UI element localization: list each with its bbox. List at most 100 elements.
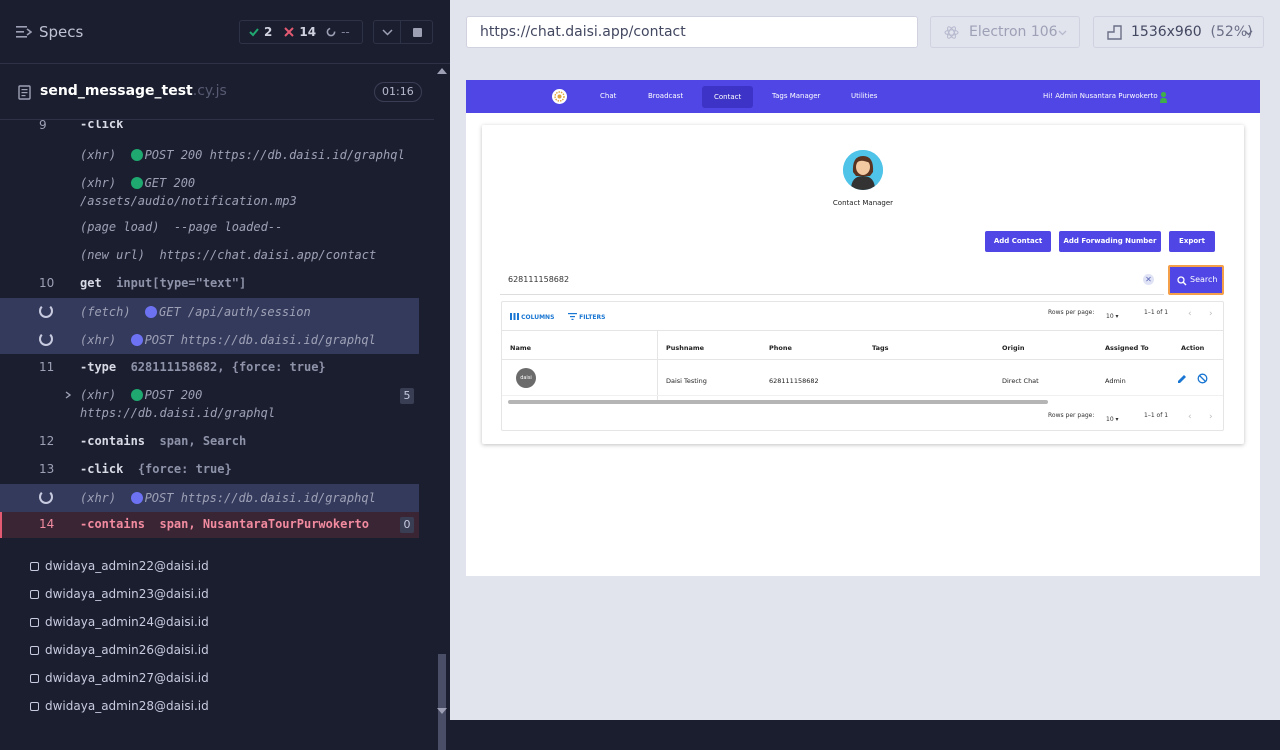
block-icon[interactable] [1197,373,1208,384]
test-item[interactable]: dwidaya_admin23@daisi.id [30,587,209,601]
viewport-selector[interactable]: 1536x960 (52%) [1093,16,1264,48]
chevron-down-button[interactable] [373,20,401,44]
test-item[interactable]: dwidaya_admin22@daisi.id [30,559,209,573]
command-row[interactable]: 12 -contains span, Search [0,430,419,452]
rows-per-page-label: Rows per page: [1048,309,1095,316]
test-status-icon [30,701,39,711]
command-row[interactable]: (new url) https://chat.daisi.app/contact [0,244,419,266]
browser-selector[interactable]: Electron 106 [930,16,1080,48]
command-log: 9 -click (xhr) POST 200 https://db.daisi… [0,120,434,540]
columns-button[interactable]: COLUMNS [510,313,554,321]
x-icon [284,27,295,37]
horizontal-scrollbar[interactable] [508,400,1048,404]
scrollbar-thumb[interactable] [438,654,446,750]
column-header-name[interactable]: Name [510,344,531,352]
aut-iframe: Chat Broadcast Contact Tags Manager Util… [466,80,1260,576]
test-item[interactable]: dwidaya_admin26@daisi.id [30,643,209,657]
specs-list-icon[interactable] [16,25,32,39]
column-header-tags[interactable]: Tags [872,344,889,352]
scrollbar[interactable] [434,64,450,750]
rows-per-page-select-bottom[interactable]: 10 ▾ [1106,416,1119,423]
command-row[interactable]: 11 -type 628111158682, {force: true} [0,356,419,378]
ruler-icon [1107,25,1122,40]
column-header-action[interactable]: Action [1181,344,1204,352]
command-row[interactable]: (xhr) POST https://db.daisi.id/graphql [0,484,419,512]
command-row[interactable]: (xhr) POST https://db.daisi.id/graphql [0,326,419,354]
test-status-icon [30,645,39,655]
test-stats: 2 14 -- [239,20,363,44]
add-contact-button[interactable]: Add Contact [985,231,1051,252]
nav-broadcast[interactable]: Broadcast [648,92,683,100]
spec-file-header: send_message_test.cy.js 01:16 [0,64,434,120]
column-divider [657,330,658,402]
filters-button[interactable]: FILTERS [568,313,605,321]
column-header-assigned-to[interactable]: Assigned To [1105,344,1149,352]
loading-spinner-icon [39,490,53,504]
scroll-up-icon[interactable] [437,68,447,74]
search-button[interactable]: Search [1168,265,1224,295]
next-page-icon[interactable]: › [1209,412,1213,422]
search-input[interactable]: 628111158682 [500,265,1164,295]
cell-origin: Direct Chat [1002,377,1039,385]
status-dot [130,389,143,401]
test-status-icon [30,561,39,571]
reporter-panel: Specs 2 14 -- send_message_test.cy.js 01… [0,0,450,750]
spec-file-name[interactable]: send_message_test.cy.js [40,83,227,99]
divider [502,395,1223,396]
prev-page-icon[interactable]: ‹ [1188,309,1192,319]
chevron-down-icon [1244,30,1253,36]
command-row-failed[interactable]: 14 -contains span, NusantaraTourPurwoker… [0,512,419,538]
command-row[interactable]: (xhr) GET 200 /assets/audio/notification… [0,172,419,212]
scroll-down-icon[interactable] [437,708,447,714]
column-header-origin[interactable]: Origin [1002,344,1024,352]
passed-count: 2 [249,25,272,39]
electron-icon [944,26,959,39]
test-item[interactable]: dwidaya_admin24@daisi.id [30,615,209,629]
rows-per-page-label-bottom: Rows per page: [1048,412,1095,419]
pagination-range-bottom: 1–1 of 1 [1144,412,1169,419]
cell-assigned-to: Admin [1105,377,1126,385]
pagination-range: 1–1 of 1 [1144,309,1169,316]
command-row[interactable]: (fetch) GET /api/auth/session [0,298,419,326]
command-row[interactable]: (xhr) POST 200 https://db.daisi.id/graph… [0,384,419,424]
edit-icon[interactable] [1177,374,1187,384]
test-item[interactable]: dwidaya_admin27@daisi.id [30,671,209,685]
specs-title[interactable]: Specs [39,23,83,41]
user-status-icon[interactable] [1159,91,1168,103]
nav-utilities[interactable]: Utilities [851,92,877,100]
filter-icon [568,313,577,320]
next-page-icon[interactable]: › [1209,309,1213,319]
stop-button[interactable] [401,20,433,44]
column-header-phone[interactable]: Phone [769,344,792,352]
rows-per-page-select[interactable]: 10 ▾ [1106,313,1119,320]
command-row[interactable]: 9 -click [0,120,419,138]
file-icon [18,85,31,100]
export-button[interactable]: Export [1169,231,1215,252]
chevron-right-icon[interactable] [65,391,71,399]
contact-avatar: daisi [516,368,536,388]
search-icon [1177,276,1187,286]
command-row[interactable]: 13 -click {force: true} [0,458,419,480]
divider [502,359,1223,360]
test-item[interactable]: dwidaya_admin28@daisi.id [30,699,209,713]
command-row[interactable]: (page load) --page loaded-- [0,216,419,238]
nav-chat[interactable]: Chat [600,92,616,100]
loading-spinner-icon [39,304,53,318]
page-title: Contact Manager [832,199,894,207]
nav-contact[interactable]: Contact [702,86,754,108]
nav-tags-manager[interactable]: Tags Manager [772,92,820,100]
user-greeting: Hi! Admin Nusantara Purwokerto [1043,92,1158,100]
failed-count: 14 [284,25,316,39]
stop-icon [413,28,422,37]
add-forwarding-number-button[interactable]: Add Forwading Number [1059,231,1161,252]
command-row[interactable]: (xhr) POST 200 https://db.daisi.id/graph… [0,144,419,166]
status-dot [145,306,158,318]
url-bar[interactable]: https://chat.daisi.app/contact [466,16,918,48]
column-header-pushname[interactable]: Pushname [666,344,704,352]
prev-page-icon[interactable]: ‹ [1188,412,1192,422]
chevron-down-icon [1058,30,1067,36]
clear-search-icon[interactable]: ✕ [1143,274,1154,285]
command-row[interactable]: 10 get input[type="text"] [0,272,419,294]
daisi-logo-icon[interactable] [552,89,567,104]
cell-pushname: Daisi Testing [666,377,707,385]
